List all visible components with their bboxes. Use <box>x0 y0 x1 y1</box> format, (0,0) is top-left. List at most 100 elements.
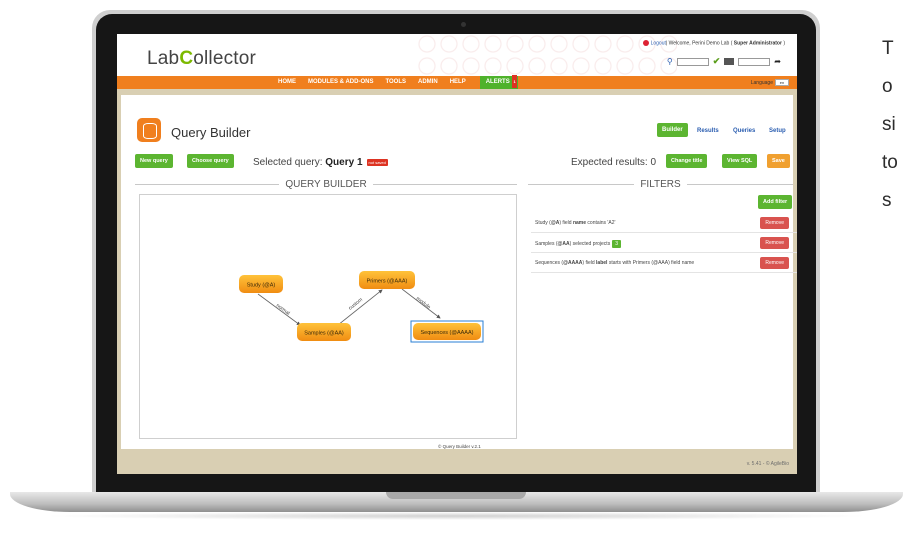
header-tools: ⚲ ✔ ➦ <box>667 56 781 67</box>
filter-text-part: ) field <box>559 220 573 226</box>
edge-custom[interactable]: custom <box>337 289 383 326</box>
tab-setup[interactable]: Setup <box>769 128 786 134</box>
database-icon <box>137 118 161 142</box>
view-sql-button[interactable]: View SQL <box>722 154 758 168</box>
filter-field: label <box>596 260 608 266</box>
barcode-icon[interactable] <box>724 58 735 65</box>
side-text-line: T <box>882 38 894 59</box>
save-button[interactable]: Save <box>767 154 790 168</box>
node-samples[interactable]: Samples (@AA) <box>297 323 351 341</box>
query-graph: normal custom module Study (@A) Samples … <box>239 271 484 343</box>
divider <box>528 183 635 185</box>
divider <box>372 183 518 185</box>
nav-items: HOME MODULES & ADD-ONS TOOLS ADMIN HELP … <box>272 75 518 89</box>
divider <box>686 183 794 185</box>
edge-module[interactable]: module <box>401 288 441 319</box>
tab-builder[interactable]: Builder <box>657 123 688 137</box>
content-panel: Query Builder Builder Results Queries Se… <box>121 95 797 449</box>
language-select[interactable]: en <box>775 79 789 86</box>
check-icon[interactable]: ✔ <box>713 56 721 67</box>
filter-text-part: ) selected projects <box>569 241 611 247</box>
node-label: Study (@A) <box>247 283 276 289</box>
project-count-badge[interactable]: 3 <box>612 240 621 248</box>
laptop-notch <box>386 492 526 499</box>
query-builder-heading-text: QUERY BUILDER <box>285 178 367 190</box>
selected-query: Selected query: Query 1 not saved <box>253 157 388 168</box>
logo-text-c: C <box>179 48 194 69</box>
selected-query-prefix: Selected query: <box>253 157 326 168</box>
nav-alerts-label: ALERTS <box>485 79 510 85</box>
remove-filter-button[interactable]: Remove <box>760 217 789 229</box>
filter-alias: @AAAA <box>563 260 583 266</box>
edge-label: custom <box>348 297 364 312</box>
edge-label: normal <box>275 303 291 317</box>
filter-alias: @AA <box>557 241 570 247</box>
app-screen: LabCollector Logout| Welcome, Perini Dem… <box>117 34 797 474</box>
nav-home[interactable]: HOME <box>272 76 302 89</box>
query-builder-heading: QUERY BUILDER <box>135 178 518 190</box>
query-builder-credit: © Query Builder v.2.1 <box>438 444 481 449</box>
welcome-text: | Welcome, Perini Demo Lab ( <box>665 40 734 47</box>
nav-tools[interactable]: TOOLS <box>379 76 412 89</box>
side-text-line: si <box>882 114 896 135</box>
query-graph-canvas[interactable]: normal custom module Study (@A) Samples … <box>139 194 517 439</box>
header-pattern <box>417 34 677 76</box>
side-text-line: o <box>882 76 893 97</box>
edge-normal[interactable]: normal <box>257 293 301 326</box>
logout-link[interactable]: Logout <box>651 40 666 46</box>
camera-icon <box>461 22 466 27</box>
filter-text-part: Sequences ( <box>535 260 564 266</box>
search-icon[interactable]: ⚲ <box>667 57 673 66</box>
node-sequences[interactable]: Sequences (@AAAA) <box>410 320 484 343</box>
user-role: Super Administrator <box>733 40 782 47</box>
nav-alerts[interactable]: ALERTS 1 <box>479 75 518 89</box>
add-filter-button[interactable]: Add filter <box>758 195 793 209</box>
tab-results[interactable]: Results <box>697 128 719 134</box>
welcome-close: ) <box>781 40 785 47</box>
side-text-line: to <box>882 152 898 173</box>
tab-queries[interactable]: Queries <box>733 128 755 134</box>
filter-text: Study (@A) field name contains 'A2' <box>535 220 615 226</box>
node-study[interactable]: Study (@A) <box>239 275 283 293</box>
side-text-line: s <box>882 190 892 211</box>
search-input[interactable] <box>676 57 709 66</box>
history-icon[interactable]: ➦ <box>774 57 781 66</box>
filters-heading: FILTERS <box>528 178 794 190</box>
not-saved-badge: not saved <box>366 158 388 166</box>
filter-row: Study (@A) field name contains 'A2' Remo… <box>531 214 797 233</box>
edge-label: module <box>415 296 432 311</box>
language-selector: Language en <box>751 79 789 86</box>
filter-text-part: ) field <box>582 260 597 266</box>
barcode-input[interactable] <box>738 57 771 66</box>
new-query-button[interactable]: New query <box>135 154 173 168</box>
node-primers[interactable]: Primers (@AAA) <box>359 271 415 289</box>
version-footer: v. 5.41 - © AgileBio <box>746 461 789 467</box>
filter-text-part: Samples ( <box>535 241 558 247</box>
filter-text: Sequences (@AAAA) field label starts wit… <box>535 260 694 266</box>
node-label: Samples (@AA) <box>304 331 344 337</box>
nav-modules[interactable]: MODULES & ADD-ONS <box>302 76 379 89</box>
filter-row: Sequences (@AAAA) field label starts wit… <box>531 254 797 273</box>
logo-text-ollector: ollector <box>193 48 257 69</box>
filter-text-part: contains 'A2' <box>586 220 616 226</box>
remove-filter-button[interactable]: Remove <box>760 237 789 249</box>
change-title-button[interactable]: Change title <box>666 154 708 168</box>
filter-text-part: starts with Primers (@AAA) field name <box>607 260 695 266</box>
user-icon <box>642 40 649 46</box>
nav-help[interactable]: HELP <box>444 76 472 89</box>
language-label: Language <box>750 79 773 86</box>
filter-field: name <box>572 220 587 226</box>
selected-query-name: Query 1 <box>325 157 363 168</box>
main-nav: HOME MODULES & ADD-ONS TOOLS ADMIN HELP … <box>117 75 797 89</box>
nav-admin[interactable]: ADMIN <box>412 76 444 89</box>
app-header: LabCollector Logout| Welcome, Perini Dem… <box>117 34 797 76</box>
laptop-shadow <box>40 512 873 520</box>
filter-row: Samples (@AA) selected projects 3 Remove <box>531 234 797 253</box>
node-label: Sequences (@AAAA) <box>421 330 474 336</box>
page-title: Query Builder <box>171 125 251 140</box>
choose-query-button[interactable]: Choose query <box>187 154 234 168</box>
labcollector-logo[interactable]: LabCollector <box>147 48 256 70</box>
page-area: Query Builder Builder Results Queries Se… <box>117 89 797 474</box>
expected-results: Expected results: 0 <box>571 157 657 168</box>
remove-filter-button[interactable]: Remove <box>760 257 789 269</box>
